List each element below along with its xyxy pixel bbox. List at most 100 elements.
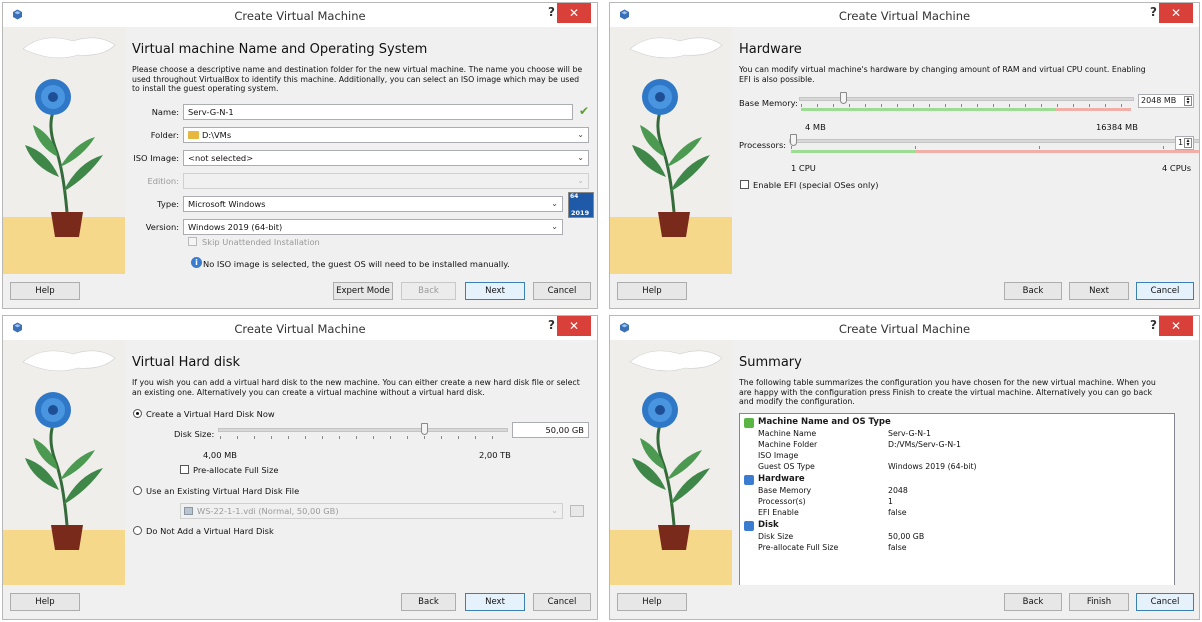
windows-2019-os-icon: 64 2019 xyxy=(568,192,594,218)
summary-table: Machine Name and OS Type Machine Name Serv… xyxy=(739,413,1175,598)
help-button[interactable]: Help xyxy=(10,593,80,611)
summary-row-key: Machine Name xyxy=(758,429,817,438)
folder-select[interactable]: D:\VMs ⌄ xyxy=(183,127,589,143)
page-content: Hardware You can modify virtual machine'… xyxy=(739,27,1199,274)
page-description: You can modify virtual machine's hardwar… xyxy=(739,65,1146,84)
page-title: Virtual machine Name and Operating Syste… xyxy=(132,42,428,57)
spin-arrows-icon[interactable]: ▴ ▾ xyxy=(1184,96,1192,106)
browse-folder-icon[interactable] xyxy=(570,505,584,517)
summary-row-key: Processor(s) xyxy=(758,497,806,506)
spin-arrows-icon[interactable]: ▴ ▾ xyxy=(1184,138,1192,148)
memory-label: Base Memory: xyxy=(739,98,798,108)
back-button[interactable]: Back xyxy=(401,282,456,300)
flower-illustration xyxy=(610,27,732,274)
page-description: Please choose a descriptive name and des… xyxy=(132,65,583,94)
enable-efi-checkbox[interactable] xyxy=(740,180,749,189)
close-button[interactable]: ✕ xyxy=(1159,316,1193,336)
close-button[interactable]: ✕ xyxy=(557,316,591,336)
cancel-button[interactable]: Cancel xyxy=(1136,282,1194,300)
help-icon[interactable]: ? xyxy=(1150,318,1157,332)
dialog-summary: Create Virtual Machine ? ✕ Summary The f… xyxy=(609,315,1200,620)
back-button[interactable]: Back xyxy=(401,593,456,611)
expert-mode-button[interactable]: Expert Mode xyxy=(333,282,393,300)
iso-label: ISO Image: xyxy=(133,153,179,163)
summary-section-title: Machine Name and OS Type xyxy=(758,417,891,427)
memory-max-label: 16384 MB xyxy=(1096,122,1138,132)
memory-slider-track xyxy=(799,97,1134,101)
type-value: Microsoft Windows xyxy=(188,199,266,209)
next-button[interactable]: Next xyxy=(465,593,525,611)
memory-slider[interactable] xyxy=(799,91,1134,113)
disk-size-slider[interactable] xyxy=(218,422,508,444)
skip-unattended-label: Skip Unattended Installation xyxy=(202,237,320,247)
next-button[interactable]: Next xyxy=(465,282,525,300)
wizard-illustration xyxy=(610,340,732,585)
edition-select: ⌄ xyxy=(183,173,589,189)
summary-row-key: Pre-allocate Full Size xyxy=(758,543,839,552)
processors-slider-thumb[interactable] xyxy=(790,134,797,146)
processors-band-green xyxy=(791,150,915,153)
summary-row-key: Disk Size xyxy=(758,532,794,541)
help-icon[interactable]: ? xyxy=(548,318,555,332)
processors-slider[interactable] xyxy=(789,133,1199,155)
summary-row-value: 2048 xyxy=(888,486,908,495)
processors-slider-ticks xyxy=(791,146,1199,149)
dialog-name-and-os: Create Virtual Machine ? ✕ Virtual machi… xyxy=(2,2,598,309)
valid-check-icon: ✔ xyxy=(579,104,590,118)
back-button[interactable]: Back xyxy=(1004,593,1062,611)
help-button[interactable]: Help xyxy=(10,282,80,300)
no-disk-radio[interactable] xyxy=(133,526,142,535)
processors-band-red xyxy=(915,150,1199,153)
create-disk-radio[interactable] xyxy=(133,409,142,418)
summary-row-value: 1 xyxy=(888,497,893,506)
processors-max-label: 4 CPUs xyxy=(1162,163,1192,173)
next-button[interactable]: Next xyxy=(1069,282,1129,300)
page-title: Hardware xyxy=(739,42,802,57)
title-bar: Create Virtual Machine ? ✕ xyxy=(610,316,1199,340)
disk-file-icon xyxy=(184,507,193,515)
summary-row-key: EFI Enable xyxy=(758,508,799,517)
page-description: If you wish you can add a virtual hard d… xyxy=(132,378,580,397)
finish-button[interactable]: Finish xyxy=(1069,593,1129,611)
processors-min-label: 1 CPU xyxy=(791,163,816,173)
memory-slider-thumb[interactable] xyxy=(840,92,847,104)
window-title: Create Virtual Machine xyxy=(838,9,971,23)
disk-size-label: Disk Size: xyxy=(174,429,215,439)
close-button[interactable]: ✕ xyxy=(557,3,591,23)
help-icon[interactable]: ? xyxy=(1150,5,1157,19)
chevron-down-icon: ⌄ xyxy=(577,176,584,185)
flower-illustration xyxy=(3,27,125,274)
disk-size-field[interactable]: 50,00 GB xyxy=(512,422,589,438)
iso-select[interactable]: <not selected> ⌄ xyxy=(183,150,589,166)
cancel-button[interactable]: Cancel xyxy=(533,282,591,300)
skip-unattended-checkbox[interactable] xyxy=(188,237,197,246)
help-button[interactable]: Help xyxy=(617,282,687,300)
chevron-down-icon: ⌄ xyxy=(577,130,584,139)
puzzle-icon xyxy=(744,418,754,428)
summary-row-value: D:/VMs/Serv-G-N-1 xyxy=(888,440,961,449)
disk-icon xyxy=(744,521,754,531)
preallocate-checkbox[interactable] xyxy=(180,465,189,474)
type-label: Type: xyxy=(157,199,179,209)
name-field[interactable]: Serv-G-N-1 xyxy=(183,104,573,120)
use-existing-disk-radio[interactable] xyxy=(133,486,142,495)
help-icon[interactable]: ? xyxy=(548,5,555,19)
version-select[interactable]: Windows 2019 (64-bit) ⌄ xyxy=(183,219,563,235)
processors-spinbox[interactable]: 1 ▴ ▾ xyxy=(1175,136,1194,150)
cancel-button[interactable]: Cancel xyxy=(533,593,591,611)
summary-row-key: Machine Folder xyxy=(758,440,818,449)
title-bar: Create Virtual Machine ? ✕ xyxy=(3,3,597,27)
memory-min-label: 4 MB xyxy=(805,122,826,132)
folder-label: Folder: xyxy=(150,130,179,140)
button-bar: Help Back Next Cancel xyxy=(610,274,1199,308)
back-button[interactable]: Back xyxy=(1004,282,1062,300)
disk-size-slider-thumb[interactable] xyxy=(421,423,428,435)
help-button[interactable]: Help xyxy=(617,593,687,611)
type-select[interactable]: Microsoft Windows ⌄ xyxy=(183,196,563,212)
button-bar: Help Back Next Cancel xyxy=(3,585,597,619)
memory-spinbox[interactable]: 2048 MB ▴ ▾ xyxy=(1138,94,1194,108)
info-icon: i xyxy=(191,257,202,268)
cancel-button[interactable]: Cancel xyxy=(1136,593,1194,611)
close-button[interactable]: ✕ xyxy=(1159,3,1193,23)
chevron-down-icon: ⌄ xyxy=(551,506,558,515)
